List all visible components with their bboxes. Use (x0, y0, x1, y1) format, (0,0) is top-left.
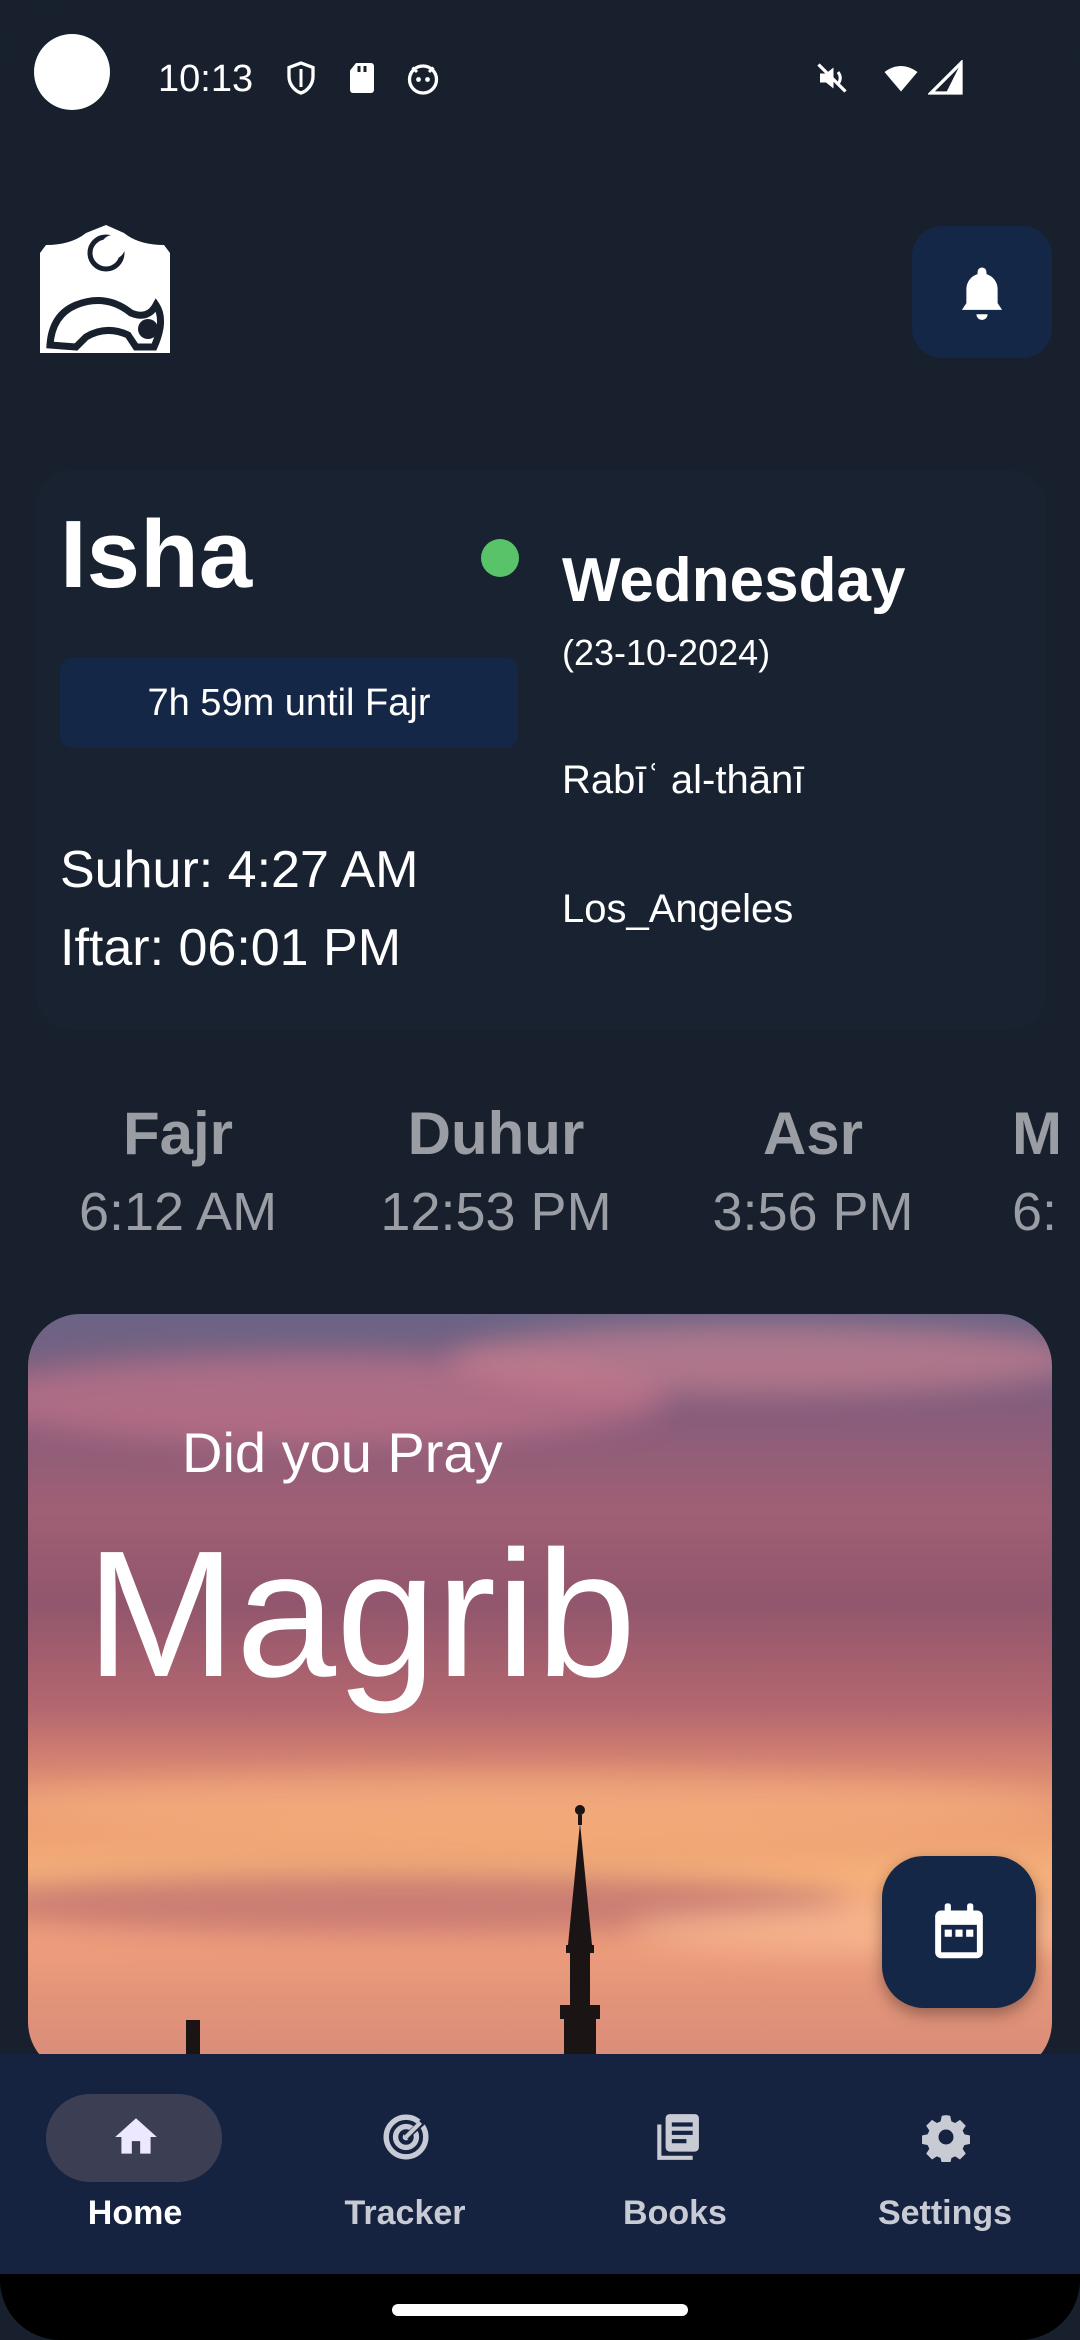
cloud (448, 1324, 1052, 1394)
status-time: 10:13 (158, 58, 254, 100)
nav-label: Home (87, 2194, 183, 2232)
prayer-time-name: M (1012, 1100, 1062, 1167)
current-prayer-name: Isha (60, 501, 253, 608)
wifi-icon (880, 60, 922, 96)
nav-label: Books (623, 2194, 727, 2232)
nav-item-settings[interactable]: Settings (810, 2054, 1080, 2274)
books-icon (651, 2112, 701, 2162)
bell-icon (961, 267, 1003, 320)
countdown-badge: 7h 59m until Fajr (60, 658, 518, 748)
prayer-time-item[interactable]: Duhur 12:53 PM (366, 1090, 626, 1246)
app-screen: 10:13 Isha 7h 59m until Fajr Suhur: 4:27… (0, 0, 1080, 2340)
calendar-icon (935, 1903, 983, 1959)
android-face-icon (405, 60, 441, 96)
prayer-time-value: 6:12 AM (78, 1182, 278, 1242)
prayer-time-name: Fajr (122, 1100, 234, 1167)
suhur-time: Suhur: 4:27 AM (60, 841, 419, 899)
nav-label: Settings (877, 2194, 1013, 2232)
iftar-time: Iftar: 06:01 PM (60, 919, 402, 977)
tracker-icon (381, 2112, 431, 2162)
signal-icon (928, 60, 964, 96)
status-bar: 10:13 (0, 0, 1080, 170)
mute-icon (814, 60, 850, 96)
did-you-pray-label: Did you Pray (182, 1421, 503, 1484)
prayer-time-name: Duhur (407, 1100, 585, 1167)
prayer-time-name: Asr (762, 1100, 864, 1167)
nav-item-home[interactable]: Home (0, 2054, 270, 2274)
prayer-time-value: 6: (1012, 1182, 1058, 1242)
prayer-mat-logo-icon (36, 225, 174, 363)
weekday: Wednesday (562, 546, 906, 615)
minaret-silhouette (560, 1805, 600, 2055)
prayer-time-item[interactable]: M 6: (1012, 1090, 1080, 1246)
gesture-handle[interactable] (392, 2304, 688, 2316)
home-icon (111, 2112, 161, 2162)
calendar-button[interactable] (882, 1856, 1036, 2008)
pending-prayer-name: Magrib (86, 1514, 637, 1715)
nav-label: Tracker (344, 2194, 466, 2232)
nav-item-tracker[interactable]: Tracker (270, 2054, 540, 2274)
notifications-button[interactable] (912, 226, 1052, 358)
bottom-navigation: Home Tracker Books Settings (0, 2054, 1080, 2274)
status-indicator (481, 539, 519, 577)
camera-cutout (34, 34, 110, 110)
nav-item-books[interactable]: Books (540, 2054, 810, 2274)
hijri-month: Rabīʿ al-thānī (562, 758, 805, 802)
prayer-time-value: 12:53 PM (380, 1182, 612, 1242)
prayer-time-item[interactable]: Asr 3:56 PM (683, 1090, 943, 1246)
location: Los_Angeles (562, 887, 794, 931)
prayer-time-value: 3:56 PM (712, 1182, 914, 1242)
shield-icon (283, 60, 319, 96)
gear-icon (921, 2112, 971, 2162)
prayer-times-strip[interactable]: Fajr 6:12 AM Duhur 12:53 PM Asr 3:56 PM … (0, 1090, 1080, 1270)
sd-card-icon (344, 60, 380, 96)
gregorian-date: (23-10-2024) (562, 632, 771, 673)
prayer-time-item[interactable]: Fajr 6:12 AM (48, 1090, 308, 1246)
